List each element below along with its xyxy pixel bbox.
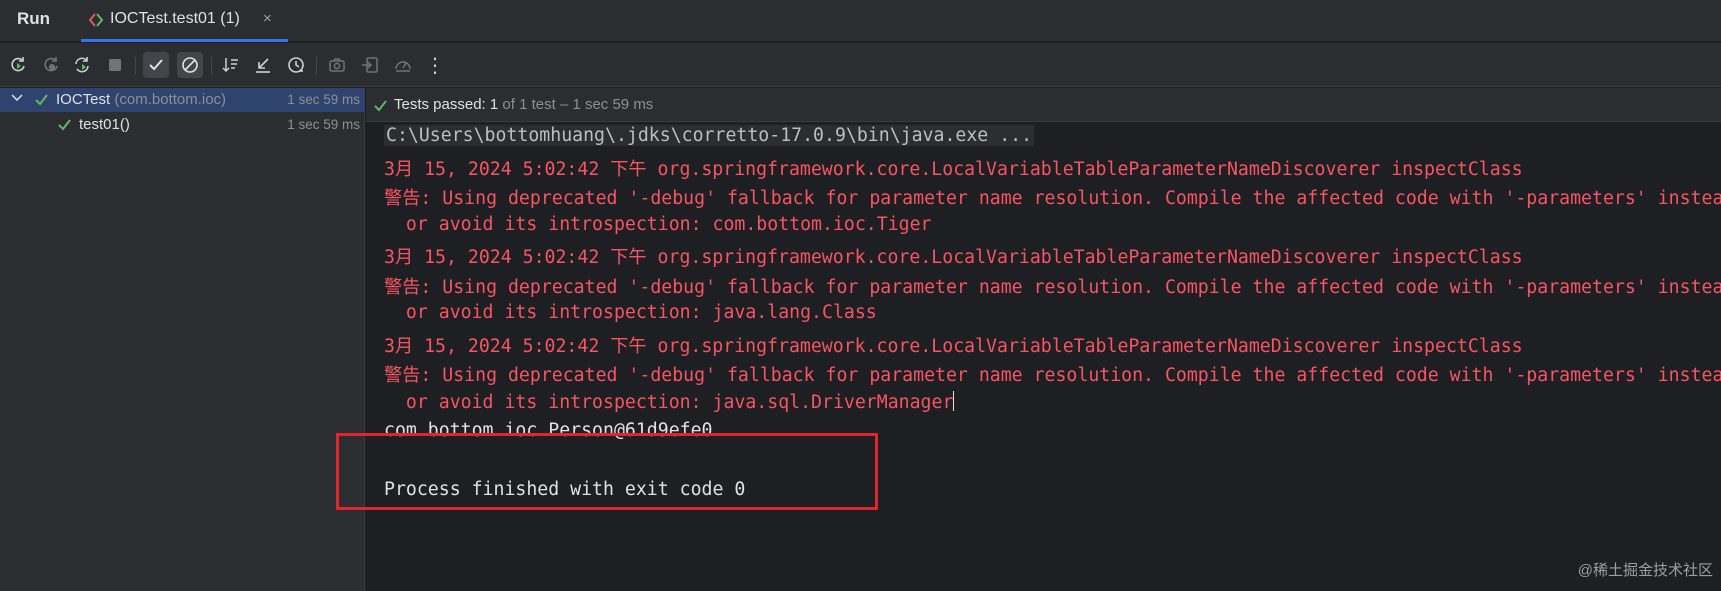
console-line: 3月 15, 2024 5:02:42 下午 org.springframewo… (384, 336, 1523, 357)
toolbar-separator (316, 57, 317, 75)
test-duration: 1 sec 59 ms (287, 117, 360, 132)
collapse-icon[interactable] (250, 52, 276, 78)
sort-by-duration-icon[interactable] (283, 52, 309, 78)
check-icon (58, 119, 71, 131)
test-method-name: test01() (79, 116, 130, 133)
console-line: 警告: Using deprecated '-debug' fallback f… (384, 188, 1721, 209)
test-duration: 1 sec 59 ms (287, 92, 360, 107)
console-line: 警告: Using deprecated '-debug' fallback f… (384, 277, 1721, 298)
watermark: @稀土掘金技术社区 (1577, 562, 1713, 579)
more-icon[interactable]: ⋮ (422, 52, 448, 78)
tab-ioctest-test01[interactable]: IOCTest.test01 (1) × (83, 0, 287, 42)
java-command[interactable]: C:\Users\bottomhuang\.jdks\corretto-17.0… (384, 125, 1035, 146)
screenshot-icon[interactable] (324, 52, 350, 78)
tree-node-test01[interactable]: test01() 1 sec 59 ms (0, 113, 365, 137)
chevron-down-icon[interactable] (10, 91, 24, 105)
test-status-bar: Tests passed: 1 of 1 test – 1 sec 59 ms (366, 88, 1721, 122)
toggle-auto-test-icon[interactable] (69, 52, 95, 78)
rerun-failed-icon[interactable] (38, 52, 64, 78)
tab-label: IOCTest.test01 (1) (110, 10, 240, 27)
check-icon (374, 100, 387, 112)
status-suffix: of 1 test – 1 sec 59 ms (498, 96, 654, 113)
passed-count: 1 (489, 96, 499, 113)
show-ignored-icon[interactable] (177, 52, 203, 78)
sort-alphabetically-icon[interactable] (218, 52, 244, 78)
test-history-icon[interactable] (390, 52, 416, 78)
toolbar-separator (135, 57, 136, 75)
console-line: C:\Users\bottomhuang\.jdks\corretto-17.0… (384, 125, 1035, 146)
run-toolbar: ⋮ (0, 43, 1721, 87)
console-line: 3月 15, 2024 5:02:42 下午 org.springframewo… (384, 247, 1523, 268)
check-icon (35, 94, 48, 106)
console-line: or avoid its introspection: java.lang.Cl… (384, 302, 877, 323)
console-line: 3月 15, 2024 5:02:42 下午 org.springframewo… (384, 159, 1523, 180)
rerun-icon[interactable] (5, 52, 31, 78)
show-passed-icon[interactable] (143, 52, 169, 78)
test-class-name: IOCTest (56, 91, 111, 108)
test-class-package: (com.bottom.ioc) (114, 91, 227, 108)
active-tab-indicator (81, 39, 288, 42)
console-line: 警告: Using deprecated '-debug' fallback f… (384, 365, 1721, 386)
text-cursor (953, 391, 955, 411)
toolbar-separator (211, 57, 212, 75)
console-output[interactable]: C:\Users\bottomhuang\.jdks\corretto-17.0… (366, 123, 1721, 591)
console-line: or avoid its introspection: java.sql.Dri… (384, 391, 955, 413)
stop-icon[interactable] (102, 52, 128, 78)
tree-node-label: IOCTest (com.bottom.ioc) (56, 91, 226, 108)
annotation-highlight-box (336, 433, 878, 510)
import-tests-icon[interactable] (357, 52, 383, 78)
test-results-tree: IOCTest (com.bottom.ioc) 1 sec 59 ms tes… (0, 88, 365, 591)
tree-node-ioctest[interactable]: IOCTest (com.bottom.ioc) 1 sec 59 ms (0, 88, 365, 112)
tests-passed-text: Tests passed: 1 of 1 test – 1 sec 59 ms (394, 96, 653, 113)
close-tab-icon[interactable]: × (263, 10, 272, 27)
run-tool-window-title[interactable]: Run (17, 9, 50, 29)
junit-diff-icon (88, 13, 104, 27)
console-line-text: or avoid its introspection: java.sql.Dri… (384, 392, 954, 413)
tool-window-tabbar: Run IOCTest.test01 (1) × (0, 0, 1721, 42)
status-prefix: Tests passed: (394, 96, 490, 113)
console-line: or avoid its introspection: com.bottom.i… (384, 214, 932, 235)
